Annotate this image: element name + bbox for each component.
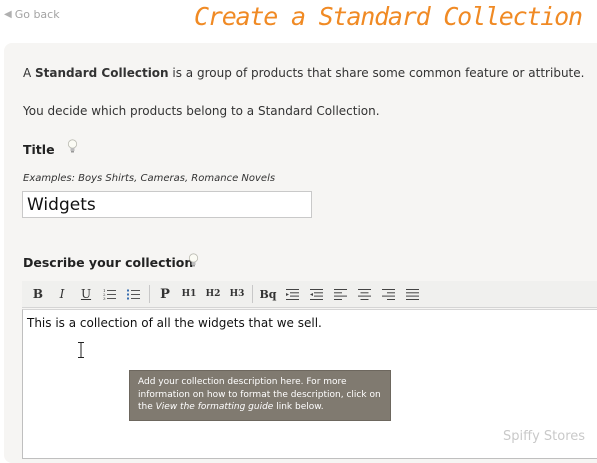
justify-button[interactable] [400, 283, 424, 305]
align-left-icon [333, 288, 347, 300]
tooltip-link-text: View the formatting guide [155, 402, 274, 412]
indent-button[interactable] [304, 283, 328, 305]
page-title: Create a Standard Collection [194, 2, 583, 31]
heading-1-button[interactable]: H1 [177, 283, 201, 305]
indent-icon [309, 288, 323, 300]
go-back-label: Go back [14, 8, 60, 21]
outdent-icon [285, 288, 299, 300]
title-input[interactable] [22, 191, 312, 218]
bold-button[interactable]: B [26, 283, 50, 305]
description-text: This is a collection of all the widgets … [27, 316, 322, 330]
paragraph-button[interactable]: P [153, 283, 177, 305]
title-examples: Examples: Boys Shirts, Cameras, Romance … [23, 173, 276, 184]
svg-text:3: 3 [103, 296, 106, 300]
outdent-button[interactable] [280, 283, 304, 305]
toolbar-separator [149, 285, 150, 303]
watermark: Spiffy Stores [503, 429, 586, 444]
intro-suffix: is a group of products that share some c… [168, 66, 585, 80]
title-label: Title [23, 142, 55, 157]
align-center-button[interactable] [352, 283, 376, 305]
back-arrow-icon: ◀ [4, 9, 12, 20]
lightbulb-icon[interactable] [188, 253, 199, 267]
editor-toolbar: B I U 1 2 3 P H1 H2 H3 Bq [22, 281, 597, 308]
ordered-list-icon: 1 2 3 [103, 288, 116, 300]
align-center-icon [357, 288, 371, 300]
ordered-list-button[interactable]: 1 2 3 [98, 283, 122, 305]
lightbulb-icon[interactable] [67, 139, 78, 153]
heading-3-button[interactable]: H3 [225, 283, 249, 305]
intro-bold: Standard Collection [35, 66, 169, 80]
align-left-button[interactable] [328, 283, 352, 305]
description-label: Describe your collection [23, 255, 194, 270]
underline-button[interactable]: U [74, 283, 98, 305]
justify-icon [405, 288, 419, 300]
intro-line-2: You decide which products belong to a St… [23, 104, 380, 118]
intro-line-1: A Standard Collection is a group of prod… [23, 66, 584, 80]
heading-2-button[interactable]: H2 [201, 283, 225, 305]
description-tooltip: Add your collection description here. Fo… [129, 370, 391, 421]
toolbar-separator [252, 285, 253, 303]
align-right-icon [381, 288, 395, 300]
text-cursor-icon [78, 342, 84, 358]
italic-button[interactable]: I [50, 283, 74, 305]
unordered-list-icon [127, 289, 140, 300]
unordered-list-button[interactable] [122, 283, 146, 305]
go-back-link[interactable]: ◀ Go back [4, 8, 60, 21]
align-right-button[interactable] [376, 283, 400, 305]
intro-prefix: A [23, 66, 36, 80]
blockquote-button[interactable]: Bq [256, 283, 280, 305]
tooltip-text-end: link below. [273, 402, 324, 412]
